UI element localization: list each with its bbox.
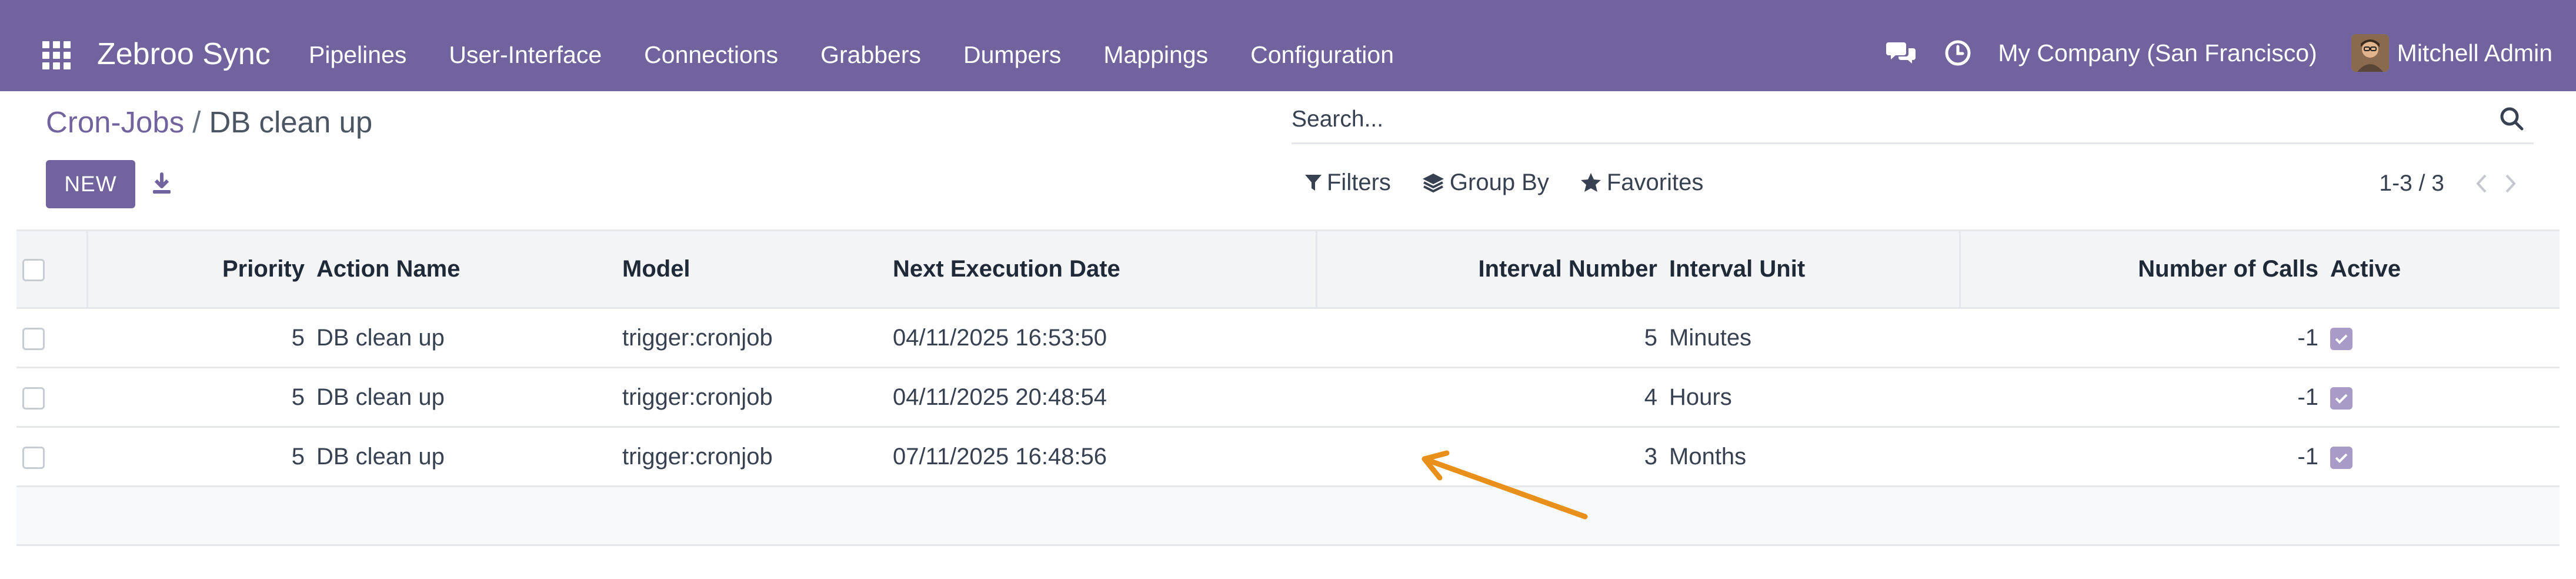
active-checkbox: [2330, 446, 2353, 469]
active-checkbox: [2330, 387, 2353, 410]
favorites-button[interactable]: Favorites: [1580, 169, 1704, 196]
cell-next-execution-date: 04/11/2025 16:53:50: [893, 324, 1107, 351]
col-number-of-calls[interactable]: Number of Calls: [1960, 229, 2324, 309]
app-title[interactable]: Zebroo Sync: [97, 36, 271, 72]
breadcrumb-parent[interactable]: Cron-Jobs: [46, 105, 184, 139]
cell-interval-unit: Months: [1669, 443, 1747, 470]
favorites-label: Favorites: [1606, 169, 1704, 195]
search-bar: [1292, 97, 2534, 144]
cell-model: trigger:cronjob: [622, 384, 773, 410]
col-interval-unit[interactable]: Interval Unit: [1663, 229, 1961, 309]
filters-label: Filters: [1327, 169, 1391, 195]
pager: 1-3 / 3: [2379, 171, 2522, 197]
row-select-cell: [16, 427, 87, 487]
search-panel-toggles: Filters Group By Favorites: [1304, 169, 1734, 196]
col-model[interactable]: Model: [616, 229, 887, 309]
main-menu: Pipelines User-Interface Connections Gra…: [309, 41, 1436, 69]
select-all-cell: [16, 229, 88, 309]
cell-number-of-calls: -1: [2297, 384, 2318, 410]
cell-number-of-calls: -1: [2297, 443, 2318, 470]
new-button[interactable]: NEW: [46, 160, 135, 208]
select-all-checkbox[interactable]: [22, 259, 45, 282]
col-active[interactable]: Active: [2324, 229, 2560, 309]
annotation-arrow-icon: [1422, 450, 1588, 520]
chevron-right-icon[interactable]: [2498, 171, 2522, 197]
table-header: Priority Action Name Model Next Executio…: [16, 229, 2560, 309]
user-name: Mitchell Admin: [2397, 39, 2552, 66]
col-priority[interactable]: Priority: [87, 229, 311, 309]
breadcrumb: Cron-Jobs / DB clean up: [46, 105, 372, 139]
filters-button[interactable]: Filters: [1304, 169, 1391, 196]
cell-interval-number: 5: [1644, 324, 1657, 351]
cell-priority: 5: [291, 324, 305, 351]
row-checkbox[interactable]: [22, 387, 45, 410]
empty-row: [16, 486, 2560, 545]
apps-grid-icon[interactable]: [42, 41, 71, 69]
avatar: [2351, 34, 2389, 72]
star-icon: [1580, 172, 1601, 192]
download-icon[interactable]: [147, 168, 176, 199]
pager-value[interactable]: 1-3 / 3: [2379, 171, 2444, 197]
group-by-button[interactable]: Group By: [1422, 169, 1549, 196]
menu-pipelines[interactable]: Pipelines: [309, 41, 406, 69]
cell-interval-unit: Hours: [1669, 384, 1732, 410]
menu-mappings[interactable]: Mappings: [1103, 41, 1208, 69]
table-row[interactable]: 5 DB clean up trigger:cronjob 04/11/2025…: [16, 368, 2560, 427]
menu-connections[interactable]: Connections: [644, 41, 778, 69]
cron-jobs-table: Priority Action Name Model Next Executio…: [16, 229, 2560, 546]
cell-active: [2324, 427, 2560, 487]
cell-interval-number: 4: [1644, 384, 1657, 410]
cell-active: [2324, 308, 2560, 368]
row-checkbox[interactable]: [22, 327, 45, 350]
list-view: Priority Action Name Model Next Executio…: [16, 229, 2560, 546]
clock-icon[interactable]: [1941, 36, 1974, 69]
menu-configuration[interactable]: Configuration: [1250, 41, 1394, 69]
cell-interval-unit: Minutes: [1669, 324, 1752, 351]
user-menu[interactable]: Mitchell Admin: [2351, 34, 2552, 72]
active-checkbox: [2330, 327, 2353, 350]
cell-priority: 5: [291, 384, 305, 410]
group-by-label: Group By: [1449, 169, 1549, 195]
company-switcher[interactable]: My Company (San Francisco): [1998, 39, 2317, 67]
cell-model: trigger:cronjob: [622, 443, 773, 470]
table-row[interactable]: 5 DB clean up trigger:cronjob 04/11/2025…: [16, 308, 2560, 368]
cell-priority: 5: [291, 443, 305, 470]
row-checkbox[interactable]: [22, 446, 45, 469]
search-icon[interactable]: [2497, 104, 2527, 134]
row-select-cell: [16, 308, 87, 368]
menu-dumpers[interactable]: Dumpers: [963, 41, 1061, 69]
cell-next-execution-date: 07/11/2025 16:48:56: [893, 443, 1107, 470]
navbar-systray: My Company (San Francisco) Mitchell Admi…: [1885, 34, 2552, 72]
col-interval-number[interactable]: Interval Number: [1316, 229, 1663, 309]
cell-model: trigger:cronjob: [622, 324, 773, 351]
cell-action-name: DB clean up: [316, 443, 445, 470]
breadcrumb-current: DB clean up: [209, 105, 373, 139]
cell-action-name: DB clean up: [316, 384, 445, 410]
cell-number-of-calls: -1: [2297, 324, 2318, 351]
layers-icon: [1422, 173, 1444, 192]
row-select-cell: [16, 368, 87, 427]
cell-next-execution-date: 04/11/2025 20:48:54: [893, 384, 1107, 410]
menu-user-interface[interactable]: User-Interface: [449, 41, 602, 69]
col-action-name[interactable]: Action Name: [311, 229, 616, 309]
filter-icon: [1305, 174, 1322, 191]
cell-action-name: DB clean up: [316, 324, 445, 351]
breadcrumb-separator: /: [192, 105, 201, 139]
search-input[interactable]: [1292, 102, 2468, 137]
table-row[interactable]: 5 DB clean up trigger:cronjob 07/11/2025…: [16, 427, 2560, 487]
menu-grabbers[interactable]: Grabbers: [820, 41, 921, 69]
col-next-execution-date[interactable]: Next Execution Date: [887, 229, 1317, 309]
cell-active: [2324, 368, 2560, 427]
chat-bubbles-icon[interactable]: [1885, 36, 1918, 69]
chevron-left-icon[interactable]: [2470, 171, 2494, 197]
top-navbar: Zebroo Sync Pipelines User-Interface Con…: [0, 0, 2576, 91]
